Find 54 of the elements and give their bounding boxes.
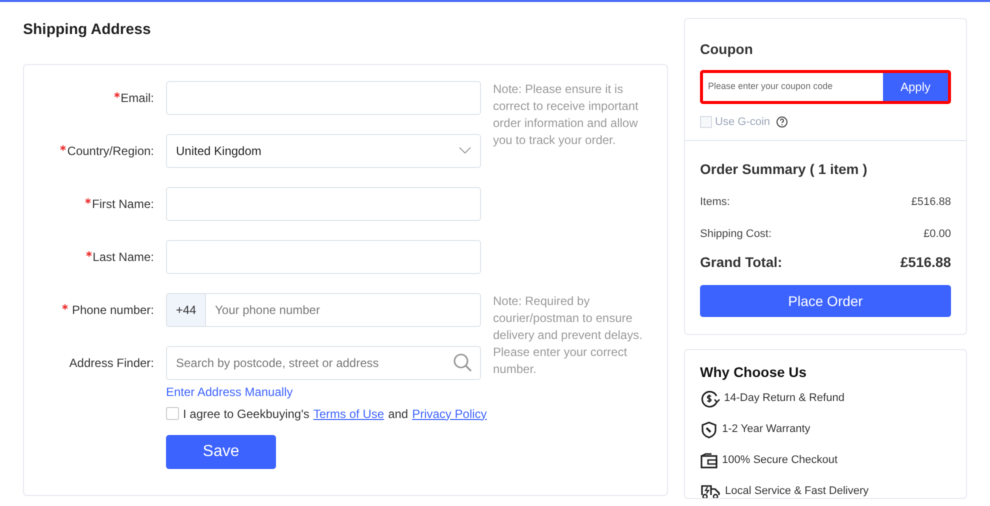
benefit-text: 14-Day Return & Refund	[724, 391, 844, 406]
shield-wrench-icon	[700, 420, 718, 438]
text-input[interactable]	[166, 80, 481, 114]
summary-label: Items:	[700, 195, 730, 210]
total-value: £516.88	[900, 253, 951, 272]
field-label: Last Name:	[24, 248, 154, 266]
required-asterisk-icon	[84, 198, 91, 204]
summary-label: Shipping Cost:	[700, 226, 772, 242]
terms-link[interactable]: Terms of Use	[313, 404, 384, 422]
coupon-field[interactable]: Please enter your coupon code Apply	[700, 70, 951, 104]
coupon-input[interactable]: Please enter your coupon code	[703, 73, 883, 101]
dollar-refund-icon	[700, 388, 720, 408]
coupon-title: Coupon	[700, 40, 754, 59]
agreement-text: and	[388, 406, 408, 422]
required-asterisk-icon	[114, 92, 120, 98]
chevron-down-icon	[459, 147, 471, 154]
search-icon[interactable]	[453, 353, 472, 372]
required-asterisk-icon	[86, 250, 92, 256]
apply-button[interactable]: Apply	[883, 73, 948, 101]
field-note: Note: Please ensure it is correct to receive important order information and allow you to track your order.	[493, 80, 640, 148]
manual-address-link[interactable]: Enter Address Manually	[166, 382, 293, 400]
phone-prefix: +44	[166, 292, 205, 326]
summary-value: £516.88	[911, 195, 951, 210]
summary-title: Order Summary ( 1 item )	[700, 160, 868, 179]
benefit-text: Local Service & Fast Delivery	[725, 484, 869, 498]
text-input[interactable]	[166, 240, 481, 274]
agree-checkbox[interactable]	[166, 407, 179, 420]
total-label: Grand Total:	[700, 253, 782, 272]
country-select[interactable]: United Kingdom	[166, 134, 481, 168]
field-label: Phone number:	[24, 300, 154, 318]
field-label: Address Finder:	[68, 354, 154, 372]
phone-input[interactable]: Your phone number	[205, 292, 481, 326]
save-button[interactable]: Save	[166, 434, 276, 468]
search-input[interactable]: Search by postcode, street or address	[176, 354, 453, 372]
benefit-text: 1-2 Year Warranty	[722, 422, 810, 438]
summary-value: £0.00	[923, 226, 951, 242]
required-asterisk-icon	[62, 304, 68, 310]
benefit-text: 100% Secure Checkout	[722, 453, 838, 468]
delivery-truck-icon	[700, 483, 721, 498]
gcoin-label: Use G-coin	[715, 114, 770, 130]
why-title: Why Choose Us	[700, 363, 808, 382]
text-input[interactable]	[166, 186, 481, 220]
agreement-text: I agree to Geekbuying's	[183, 406, 310, 422]
field-label: First Name:	[24, 194, 154, 212]
field-note: Note: Required by courier/postman to ensure delivery and prevent delays. Please enter your correct number.	[493, 292, 644, 378]
section-title: Shipping Address	[23, 20, 152, 40]
privacy-link[interactable]: Privacy Policy	[412, 404, 487, 422]
required-asterisk-icon	[60, 144, 66, 150]
address-search-field[interactable]: Search by postcode, street or address	[166, 346, 481, 380]
wallet-icon	[700, 452, 718, 468]
field-label: Country/Region:	[24, 142, 154, 160]
place-order-button[interactable]: Place Order	[700, 285, 951, 317]
help-icon[interactable]	[776, 116, 788, 128]
field-label: Email:	[24, 88, 154, 106]
